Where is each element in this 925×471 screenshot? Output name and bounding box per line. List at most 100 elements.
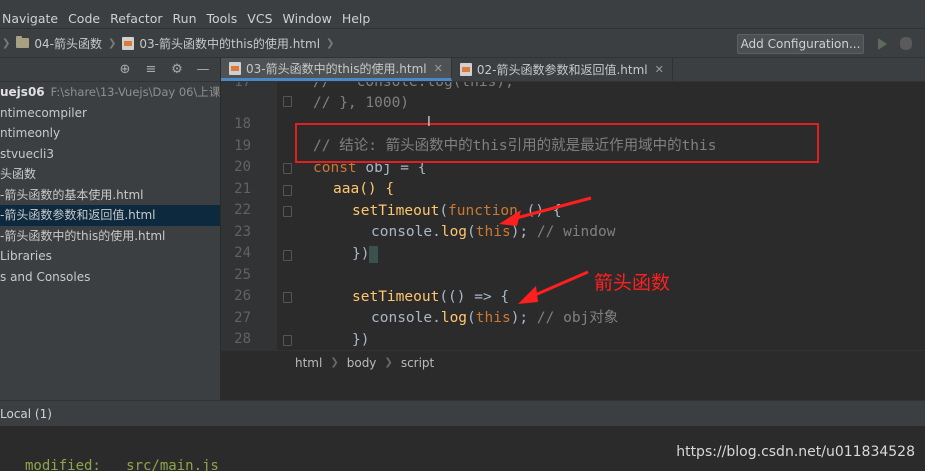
tree-item-root[interactable]: uejs06 F:\share\13-Vuejs\Day 06\上课代 bbox=[0, 82, 220, 103]
code-line-26: setTimeout(() => { bbox=[352, 287, 509, 309]
code-text: ( bbox=[467, 224, 476, 240]
project-tree: uejs06 F:\share\13-Vuejs\Day 06\上课代 ntime… bbox=[0, 82, 220, 287]
menu-run[interactable]: Run bbox=[168, 11, 202, 26]
nav-crumb-file[interactable]: 03-箭头函数中的this的使用.html ❯ bbox=[122, 35, 340, 52]
line-gutter: 17 18 19 20 21 22 23 24 25 26 27 28 bbox=[221, 82, 277, 350]
fold-marker-icon[interactable] bbox=[283, 250, 292, 261]
menu-vcs[interactable]: VCS bbox=[242, 11, 277, 26]
code-line-27: console.log(this); // obj对象 bbox=[371, 308, 618, 330]
run-icon[interactable] bbox=[878, 38, 887, 50]
terminal-tabbar: Local (1) bbox=[0, 400, 925, 426]
close-icon[interactable]: ✕ bbox=[655, 63, 664, 76]
tree-item[interactable]: -箭头函数中的this的使用.html bbox=[0, 226, 220, 247]
code-line-21: aaa() { bbox=[333, 181, 395, 197]
chevron-right-icon: ❯ bbox=[330, 357, 339, 368]
close-icon[interactable]: ✕ bbox=[434, 62, 443, 75]
tree-item[interactable]: ntimeonly bbox=[0, 123, 220, 144]
line-number: 18 bbox=[234, 116, 251, 132]
fold-marker-icon[interactable] bbox=[283, 185, 292, 196]
code-comment: // bbox=[313, 82, 340, 90]
code-comment: // obj对象 bbox=[528, 310, 619, 326]
tab-label: 03-箭头函数中的this的使用.html bbox=[246, 61, 427, 76]
code-line-28: }) bbox=[352, 332, 370, 348]
tree-item[interactable]: stvuecli3 bbox=[0, 144, 220, 165]
line-number: 24 bbox=[234, 245, 251, 261]
code-line-17: // console.log(this); bbox=[313, 82, 514, 94]
code-text: (() => { bbox=[439, 289, 510, 305]
fold-marker-icon[interactable] bbox=[283, 335, 292, 346]
tab-03-this-usage[interactable]: 03-箭头函数中的this的使用.html ✕ bbox=[221, 58, 452, 81]
arrow-line bbox=[508, 196, 592, 222]
line-number: 28 bbox=[234, 331, 251, 347]
line-number: 17 bbox=[234, 82, 251, 90]
html-file-icon bbox=[459, 63, 472, 76]
terminal-panel[interactable]: modified: src/main.js https://blog.csdn.… bbox=[0, 426, 925, 471]
crumb-body[interactable]: body bbox=[347, 356, 377, 370]
menu-code[interactable]: Code bbox=[63, 11, 105, 26]
tree-item[interactable]: -箭头函数的基本使用.html bbox=[0, 185, 220, 206]
root-path: F:\share\13-Vuejs\Day 06\上课代 bbox=[50, 85, 220, 99]
code-comment: console.log(this); bbox=[339, 82, 514, 90]
crumb-html[interactable]: html bbox=[295, 356, 322, 370]
project-toolbar: ⊕ ≡ ⚙ — bbox=[0, 58, 220, 82]
tab-label: 02-箭头函数参数和返回值.html bbox=[476, 63, 648, 77]
code-line-24: }) bbox=[352, 244, 379, 266]
nav-crumb-folder[interactable]: 04-箭头函数 ❯ bbox=[16, 35, 122, 52]
code-text: }) bbox=[352, 246, 370, 262]
nav-folder-label: 04-箭头函数 bbox=[34, 36, 102, 51]
arrow-annotation-icon bbox=[518, 270, 589, 304]
debug-icon[interactable] bbox=[900, 37, 912, 50]
line-number: 26 bbox=[234, 288, 251, 304]
fold-marker-icon[interactable] bbox=[283, 163, 292, 174]
minimize-icon[interactable]: — bbox=[196, 62, 210, 77]
menu-refactor[interactable]: Refactor bbox=[105, 11, 167, 26]
code-line-17b: // }, 1000) bbox=[313, 95, 410, 111]
code-editor[interactable]: 17 18 19 20 21 22 23 24 25 26 27 28 // c… bbox=[221, 82, 925, 350]
code-function: setTimeout bbox=[352, 289, 440, 305]
line-number: 20 bbox=[234, 159, 251, 175]
tab-02-params-return[interactable]: 02-箭头函数参数和返回值.html ✕ bbox=[452, 58, 673, 81]
navigation-bar: ❯ 04-箭头函数 ❯ 03-箭头函数中的this的使用.html ❯ Add … bbox=[0, 28, 925, 58]
watermark: https://blog.csdn.net/u011834528 bbox=[676, 444, 915, 460]
arrow-head bbox=[499, 210, 521, 226]
project-panel: ⊕ ≡ ⚙ — uejs06 F:\share\13-Vuejs\Day 06\上… bbox=[0, 58, 221, 400]
code-text: ); bbox=[510, 310, 529, 326]
gear-icon[interactable]: ⚙ bbox=[170, 62, 184, 77]
editor-breadcrumb: html ❯ body ❯ script bbox=[221, 350, 925, 374]
locate-icon[interactable]: ⊕ bbox=[118, 62, 132, 77]
fold-marker-icon[interactable] bbox=[283, 292, 292, 303]
menu-tools[interactable]: Tools bbox=[202, 11, 243, 26]
tree-item-scratches[interactable]: s and Consoles bbox=[0, 267, 220, 288]
tree-item-selected[interactable]: -箭头函数参数和返回值.html bbox=[0, 205, 220, 226]
code-keyword: this bbox=[475, 310, 511, 326]
menu-window[interactable]: Window bbox=[278, 11, 337, 26]
collapse-all-icon[interactable]: ≡ bbox=[144, 62, 158, 77]
terminal-output: modified: src/main.js bbox=[25, 458, 219, 471]
chevron-right-icon: ❯ bbox=[108, 37, 117, 49]
chevron-right-icon: ❯ bbox=[384, 357, 393, 368]
menu-help[interactable]: Help bbox=[337, 11, 376, 26]
caret-highlight bbox=[369, 245, 379, 263]
line-number: 21 bbox=[234, 181, 251, 197]
title-bar bbox=[0, 0, 925, 8]
fold-marker-icon[interactable] bbox=[283, 206, 292, 217]
tab-local-terminal[interactable]: Local (1) bbox=[0, 407, 52, 421]
menu-navigate[interactable]: Navigate bbox=[0, 11, 63, 26]
text-cursor-icon: I bbox=[427, 115, 431, 130]
tree-item[interactable]: 头函数 bbox=[0, 164, 220, 185]
tree-item[interactable]: ntimecompiler bbox=[0, 103, 220, 124]
folder-icon bbox=[16, 36, 30, 48]
add-configuration-button[interactable]: Add Configuration... bbox=[737, 34, 864, 54]
nav-crumb-root[interactable]: ❯ bbox=[0, 38, 16, 49]
code-text: console. bbox=[371, 224, 441, 240]
code-function: log bbox=[440, 224, 468, 240]
fold-marker-icon[interactable] bbox=[283, 96, 292, 107]
arrow-function-annotation: 箭头函数 bbox=[594, 272, 671, 294]
crumb-script[interactable]: script bbox=[401, 356, 434, 370]
nav-file-label: 03-箭头函数中的this的使用.html bbox=[139, 36, 321, 51]
root-name: uejs06 bbox=[0, 85, 45, 99]
menu-bar: Navigate Code Refactor Run Tools VCS Win… bbox=[0, 8, 925, 28]
tree-item-libraries[interactable]: Libraries bbox=[0, 246, 220, 267]
arrow-annotation-icon bbox=[499, 196, 592, 226]
code-function: setTimeout bbox=[352, 203, 440, 219]
